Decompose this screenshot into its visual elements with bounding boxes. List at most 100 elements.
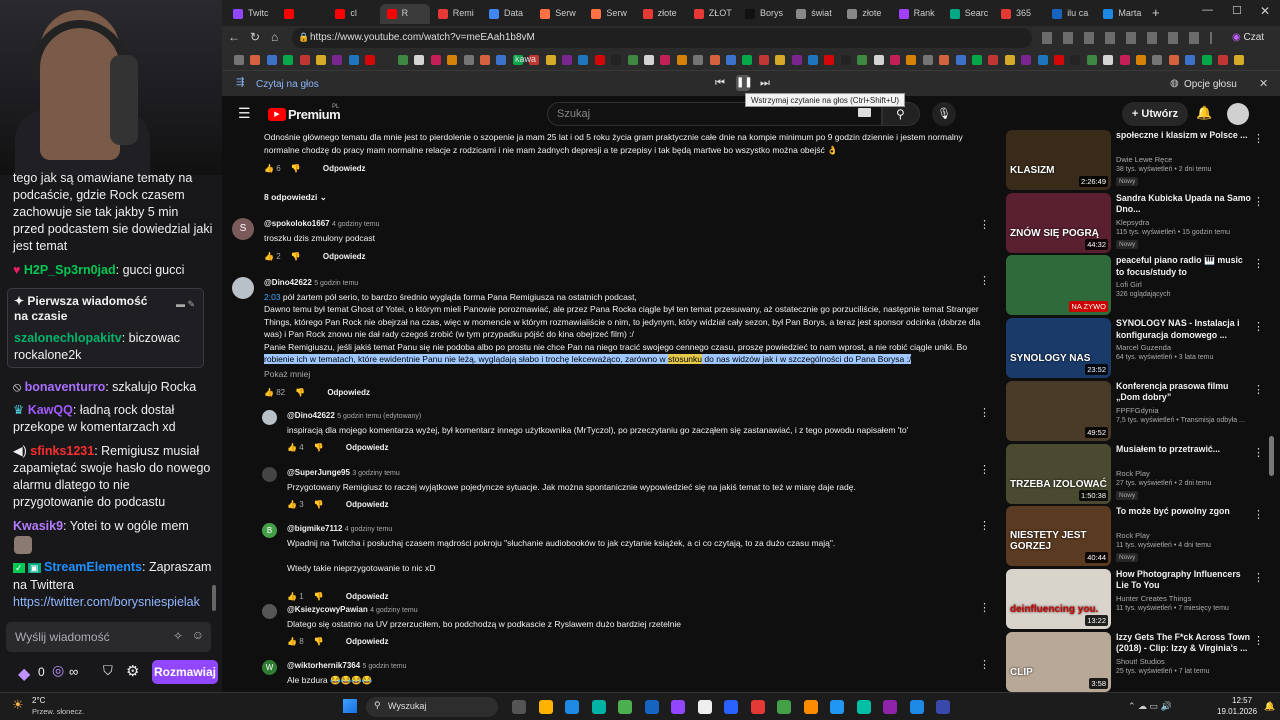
comment-author[interactable]: @Dino42622 <box>264 278 312 287</box>
video-channel[interactable]: Dwie Lewe Ręce <box>1116 155 1172 164</box>
comment-time[interactable]: 4 godziny temu <box>370 607 417 614</box>
chat-scrollbar[interactable] <box>212 585 216 611</box>
chat-input[interactable]: Wyślij wiadomość ✧ ☺ <box>6 622 211 652</box>
taskbar-search[interactable]: ⚲ Wyszukaj <box>366 697 498 717</box>
bookmark-icon[interactable] <box>1234 55 1245 65</box>
bookmark-icon[interactable] <box>578 55 589 65</box>
like-icon[interactable]: 👍 <box>287 592 297 601</box>
like-icon[interactable]: 👍 <box>287 443 297 452</box>
video-thumbnail[interactable]: deinfluencing you. 13:22 <box>1006 568 1111 629</box>
like-icon[interactable]: 👍 <box>264 164 274 173</box>
keyboard-icon[interactable] <box>858 108 871 117</box>
home-icon[interactable]: ⌂ <box>271 30 278 44</box>
more-icon[interactable]: ⋮ <box>1253 571 1264 584</box>
reply-button[interactable]: Odpowiedz <box>346 592 389 601</box>
comment-author[interactable]: @wiktorhernik7364 <box>287 661 360 670</box>
comment-author[interactable]: @SuperJunge95 <box>287 468 350 477</box>
dislike-icon[interactable]: 👎 <box>314 637 324 646</box>
avatar[interactable] <box>262 410 277 425</box>
recommended-video[interactable]: KLASIZM 2:26:49 społeczne i klasizm w Pols… <box>1006 130 1280 192</box>
show-replies-button[interactable]: 8 odpowiedzi ⌄ <box>264 192 327 203</box>
more-icon[interactable]: ⋮ <box>1253 446 1264 459</box>
notifications-icon[interactable]: 🔔 <box>1196 105 1212 121</box>
more-icon[interactable]: ⋮ <box>1253 320 1264 333</box>
tray-icons[interactable]: ⌃ ☁ ▭ 🔊 <box>1128 701 1172 712</box>
bookmark-icon[interactable] <box>348 55 359 65</box>
more-icon[interactable]: ⋮ <box>979 658 990 671</box>
avatar[interactable]: S <box>232 218 254 240</box>
video-channel[interactable]: Hunter Creates Things <box>1116 594 1191 603</box>
gear-icon[interactable]: ⚙ <box>126 662 139 680</box>
dislike-icon[interactable]: 👎 <box>291 252 301 261</box>
bookmark-icon[interactable] <box>1086 55 1097 65</box>
video-thumbnail[interactable]: NIESTETY JEST GORZEJ 40:44 <box>1006 506 1111 567</box>
start-icon[interactable] <box>343 699 357 713</box>
reply-button[interactable]: Odpowiedz <box>346 443 389 452</box>
taskbar-app-icon[interactable] <box>591 700 606 714</box>
video-channel[interactable]: Klepsydra <box>1116 218 1149 227</box>
avatar[interactable] <box>232 277 254 299</box>
taskbar-app-icon[interactable] <box>671 700 685 714</box>
taskbar-app-icon[interactable] <box>856 700 871 714</box>
video-channel[interactable]: Rock Play <box>1116 531 1150 540</box>
browser-tab[interactable]: ZŁOT <box>687 4 737 24</box>
video-channel[interactable]: Rock Play <box>1116 469 1150 478</box>
bookmark-icon[interactable] <box>430 55 441 65</box>
bookmark-icon[interactable] <box>758 55 769 65</box>
bookmark-icon[interactable] <box>660 55 671 65</box>
bookmark-icon[interactable] <box>922 55 933 65</box>
browser-tab[interactable]: ilu ca <box>1045 4 1095 24</box>
more-icon[interactable]: ⋮ <box>1253 508 1264 521</box>
video-thumbnail[interactable]: ZNÓW SIĘ POGRĄ 44:32 <box>1006 192 1111 253</box>
recommended-video[interactable]: ZNÓW SIĘ POGRĄ 44:32 Sandra Kubicka Upada … <box>1006 192 1280 255</box>
taskbar-app-icon[interactable] <box>618 700 632 714</box>
more-icon[interactable]: ⋮ <box>1253 383 1264 396</box>
recommended-video[interactable]: deinfluencing you. 13:22 How Photography I… <box>1006 568 1280 631</box>
bookmark-icon[interactable] <box>791 55 802 65</box>
bookmark-icon[interactable] <box>906 55 917 65</box>
copilot-button[interactable]: ◉ Czat <box>1232 29 1276 47</box>
comment-time[interactable]: 4 godziny temu <box>332 221 379 228</box>
close-window-button[interactable]: ✕ <box>1260 4 1270 18</box>
bookmark-icon[interactable] <box>955 55 966 65</box>
bookmark-icon[interactable] <box>266 55 277 65</box>
more-icon[interactable]: ⋮ <box>1253 634 1264 647</box>
dislike-icon[interactable]: 👎 <box>314 500 324 509</box>
bookmark-icon[interactable] <box>463 55 474 65</box>
bookmark-icon[interactable] <box>398 55 408 65</box>
dislike-icon[interactable]: 👎 <box>295 388 305 397</box>
youtube-logo-icon[interactable]: ▶ <box>268 108 286 121</box>
avatar[interactable]: B <box>262 523 277 538</box>
show-less-button[interactable]: Pokaż mniej <box>264 369 310 379</box>
reload-icon[interactable]: ↻ <box>250 30 260 44</box>
dislike-icon[interactable]: 👎 <box>291 164 301 173</box>
recommended-video[interactable]: NIESTETY JEST GORZEJ 40:44 To może być pow… <box>1006 506 1280 568</box>
taskbar-app-icon[interactable] <box>777 700 791 714</box>
notification-icon[interactable]: 🔔 <box>1264 701 1275 712</box>
close-read-aloud-icon[interactable]: ✕ <box>1259 77 1268 90</box>
bookmark-icon[interactable] <box>496 55 507 65</box>
comment-time[interactable]: 5 godzin temu (edytowany) <box>337 413 421 420</box>
weather-text[interactable]: Przew. słonecz. <box>32 707 84 716</box>
bookmark-icon[interactable] <box>1037 55 1048 65</box>
next-icon[interactable]: ⏭ <box>760 77 770 90</box>
more-icon[interactable]: ⋮ <box>979 218 990 231</box>
video-channel[interactable]: FPFFGdynia <box>1116 406 1159 415</box>
bookmark-icon[interactable] <box>234 55 244 65</box>
bookmark-icon[interactable] <box>742 55 753 65</box>
reply-button[interactable]: Odpowiedz <box>327 388 370 397</box>
bookmark-icon[interactable] <box>447 55 458 65</box>
bookmark-icon[interactable] <box>972 55 982 65</box>
video-channel[interactable]: Lofi Girl <box>1116 280 1142 289</box>
dislike-icon[interactable]: 👎 <box>314 592 324 601</box>
browser-tab[interactable]: Marta <box>1096 4 1146 24</box>
comment-time[interactable]: 5 godzin temu <box>363 663 407 670</box>
browser-tab[interactable]: Borys <box>738 4 788 24</box>
bookmark-icon[interactable] <box>726 55 736 65</box>
bookmark-icon[interactable] <box>594 55 605 65</box>
recommended-video[interactable]: SYNOLOGY NAS 23:52 SYNOLOGY NAS - Instalac… <box>1006 318 1280 380</box>
bookmark-icon[interactable] <box>283 55 294 65</box>
bookmark-icon[interactable] <box>873 55 884 65</box>
like-icon[interactable]: 👍 <box>264 252 274 261</box>
video-title[interactable]: Sandra Kubicka Upada na Samo Dno... <box>1116 193 1251 216</box>
